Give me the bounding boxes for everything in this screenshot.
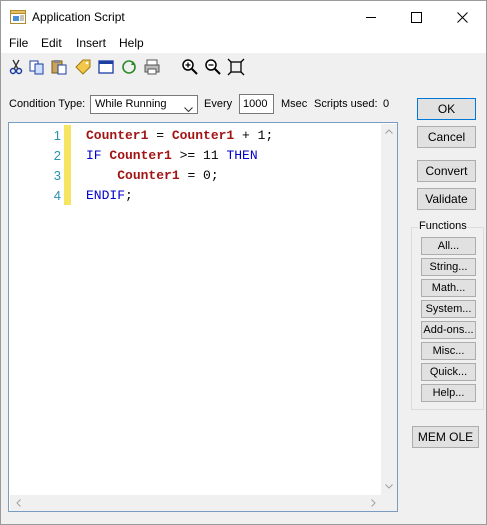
application-script-window: Application Script File Edit Insert Help [0, 0, 487, 525]
code-text: Counter1 = 0; [86, 168, 219, 183]
code-operator: + 1; [234, 128, 274, 143]
zoom-in-icon[interactable] [181, 58, 199, 76]
scroll-up-icon[interactable] [381, 124, 397, 140]
copy-icon[interactable] [28, 58, 46, 76]
condition-type-value: While Running [95, 98, 167, 110]
functions-string-button[interactable]: String... [421, 258, 476, 276]
refresh-icon[interactable] [120, 58, 138, 76]
code-operator: = 0; [179, 168, 219, 183]
window-icon[interactable] [97, 58, 115, 76]
code-text: Counter1 = Counter1 + 1; [86, 128, 273, 143]
line-number: 4 [53, 188, 61, 203]
code-keyword: THEN [226, 148, 258, 163]
functions-misc-button[interactable]: Misc... [421, 342, 476, 360]
menu-file[interactable]: File [9, 36, 28, 50]
cancel-button[interactable]: Cancel [417, 126, 476, 148]
convert-button[interactable]: Convert [417, 160, 476, 182]
scroll-right-icon[interactable] [365, 495, 381, 511]
line-number: 2 [53, 148, 61, 163]
code-operator: = [148, 128, 172, 143]
window-title: Application Script [32, 10, 125, 24]
every-label: Every [204, 98, 233, 110]
close-button[interactable] [440, 1, 485, 33]
functions-label: Functions [418, 220, 468, 232]
fit-icon[interactable] [227, 58, 245, 76]
line-number: 3 [53, 168, 61, 183]
functions-all-button[interactable]: All... [421, 237, 476, 255]
line-number: 1 [53, 128, 61, 143]
maximize-button[interactable] [394, 1, 439, 33]
ok-button[interactable]: OK [417, 98, 476, 120]
functions-help-button[interactable]: Help... [421, 384, 476, 402]
cut-icon[interactable] [7, 58, 25, 76]
functions-quick-button[interactable]: Quick... [421, 363, 476, 381]
title-bar[interactable]: Application Script [1, 1, 486, 33]
tag-icon[interactable] [74, 58, 92, 76]
minimize-button[interactable] [349, 1, 394, 33]
code-variable: Counter1 [171, 128, 235, 143]
vertical-scrollbar[interactable] [381, 124, 397, 511]
functions-addons-button[interactable]: Add-ons... [421, 321, 476, 339]
zoom-out-icon[interactable] [204, 58, 222, 76]
print-icon[interactable] [143, 58, 161, 76]
condition-type-select[interactable]: While Running [90, 95, 198, 114]
paste-icon[interactable] [50, 58, 68, 76]
code-variable: Counter1 [117, 168, 180, 183]
msec-label: Msec [281, 98, 308, 110]
code-text: ENDIF; [86, 188, 133, 203]
functions-math-button[interactable]: Math... [421, 279, 476, 297]
horizontal-scrollbar[interactable] [10, 495, 381, 511]
script-window-icon [10, 9, 26, 24]
scroll-left-icon[interactable] [10, 495, 26, 511]
code-line[interactable]: 1 Counter1 = Counter1 + 1; [9, 126, 369, 146]
code-operator [86, 168, 117, 183]
script-editor[interactable]: 1 Counter1 = Counter1 + 1; 2 IF Counter1 >=… [8, 122, 398, 512]
menu-bar: File Edit Insert Help [1, 33, 486, 53]
code-operator: >= 11 [171, 148, 227, 163]
scripts-used-count: 0 [383, 98, 390, 110]
code-keyword: IF [86, 148, 110, 163]
mem-ole-button[interactable]: MEM OLE [412, 426, 479, 448]
code-line[interactable]: 4 ENDIF; [9, 186, 369, 206]
every-interval-input[interactable]: 1000 [239, 94, 274, 114]
code-variable: Counter1 [86, 128, 149, 143]
every-interval-value: 1000 [243, 98, 268, 110]
code-operator: ; [125, 188, 133, 203]
code-keyword: ENDIF [86, 188, 126, 203]
scripts-used-label: Scripts used: [314, 98, 378, 110]
code-line[interactable]: 2 IF Counter1 >= 11 THEN [9, 146, 369, 166]
condition-type-label: Condition Type: [9, 98, 86, 110]
code-text: IF Counter1 >= 11 THEN [86, 148, 258, 163]
code-line[interactable]: 3 Counter1 = 0; [9, 166, 369, 186]
menu-edit[interactable]: Edit [41, 36, 62, 50]
functions-system-button[interactable]: System... [421, 300, 476, 318]
validate-button[interactable]: Validate [417, 188, 476, 210]
menu-help[interactable]: Help [119, 36, 144, 50]
toolbar [1, 53, 486, 81]
chevron-down-icon [184, 102, 193, 116]
scroll-down-icon[interactable] [381, 479, 397, 495]
code-variable: Counter1 [109, 148, 172, 163]
menu-insert[interactable]: Insert [76, 36, 106, 50]
